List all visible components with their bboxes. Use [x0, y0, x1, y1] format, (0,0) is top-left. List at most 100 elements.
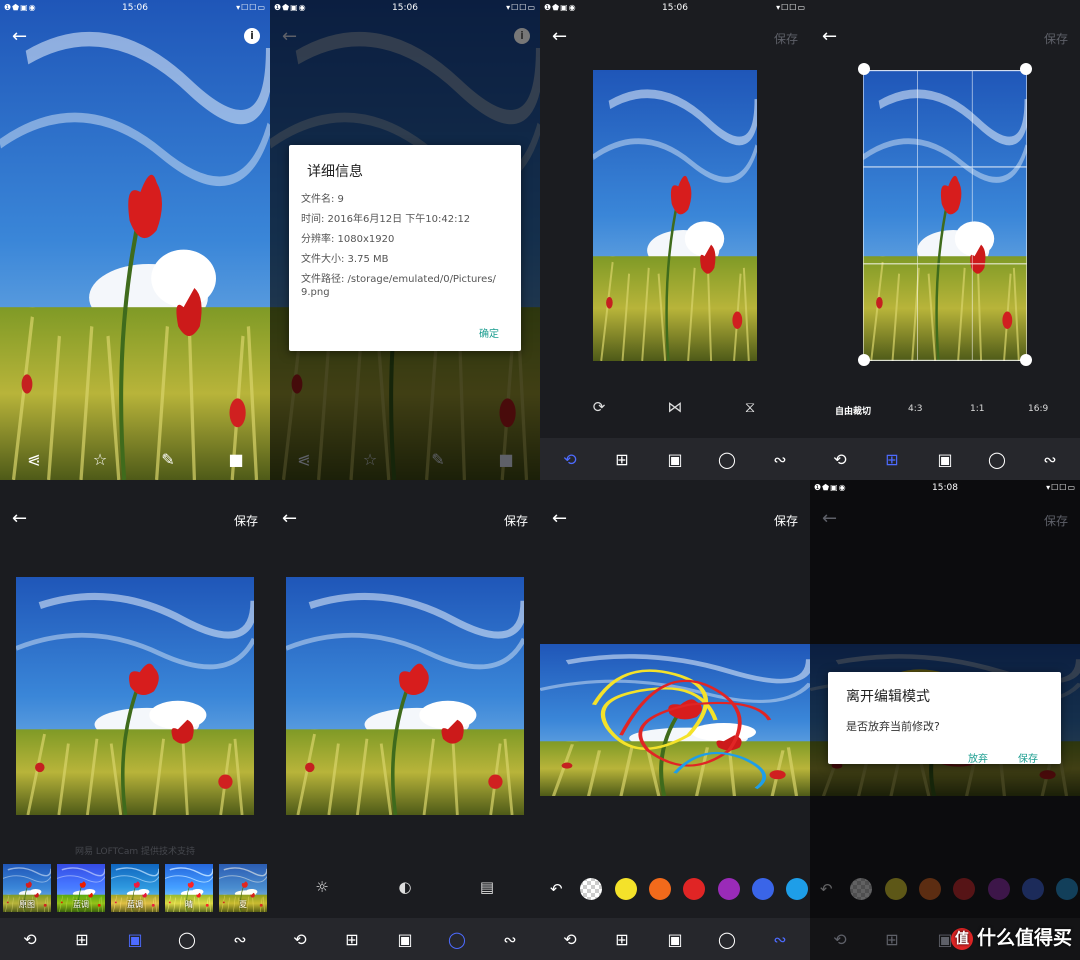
adjust-icon[interactable]: ◯ [717, 930, 737, 950]
crop-handle[interactable] [858, 63, 870, 75]
arrow-left-icon[interactable]: ← [12, 508, 34, 530]
watermark-logo: 值 [950, 927, 973, 950]
save-button: 保存 [773, 32, 798, 46]
rotate-icon[interactable]: ⟲ [290, 930, 310, 950]
arrow-left-icon[interactable]: ← [552, 508, 574, 530]
crop-handle[interactable] [1020, 354, 1032, 366]
rotate-icon[interactable]: ⟲ [560, 450, 580, 470]
discard-button[interactable]: 放弃 [968, 750, 988, 765]
photo-preview [286, 577, 524, 815]
color-swatch [919, 878, 941, 900]
save-button[interactable]: 保存 [774, 512, 798, 529]
arrow-left-icon[interactable]: ← [282, 508, 304, 530]
watermark: 值什么值得买 [950, 923, 1072, 950]
drawing-canvas[interactable] [540, 644, 810, 796]
filter-thumb[interactable]: 原图 [3, 864, 51, 912]
filter-thumb[interactable]: 蓝调 [57, 864, 105, 912]
arrow-left-icon[interactable]: ← [12, 26, 34, 48]
photo-crop-area[interactable] [863, 70, 1027, 361]
rotate-icon[interactable]: ⟲ [560, 930, 580, 950]
ratio-1-1[interactable]: 1:1 [970, 404, 984, 414]
rotate-icon[interactable]: ⟳ [587, 398, 611, 416]
top-bar: ← 保存 [810, 22, 1080, 54]
filter-icon[interactable]: ▣ [395, 930, 415, 950]
trash-icon: ■ [498, 450, 514, 469]
detail-time: 时间: 2016年6月12日 下午10:42:12 [301, 214, 471, 225]
arrow-left-icon[interactable]: ← [552, 26, 574, 48]
star-icon[interactable]: ☆ [90, 450, 110, 470]
rotate-screen: ❶⬟▣◉ 15:06 ▾☐☐▭ ← 保存 ⟳ ⋈ ⧖ ⟲ ⊞ ▣ ◯ ∾ [540, 0, 810, 480]
share-icon[interactable]: ⪗ [24, 450, 44, 470]
crop-handle[interactable] [858, 354, 870, 366]
system-icons: ▾☐☐▭ [776, 3, 806, 12]
details-screen: ❶⬟▣◉ 15:06 ▾☐☐▭ ← i 详细信息 文件名: 9 时间: 2016… [270, 0, 540, 480]
filter-icon[interactable]: ▣ [935, 450, 955, 470]
color-swatch[interactable] [786, 878, 808, 900]
adjust-icon[interactable]: ◯ [987, 450, 1007, 470]
adjust-icon[interactable]: ◯ [447, 930, 467, 950]
color-swatch[interactable] [683, 878, 705, 900]
viewer-screen: ❶⬟▣◉ 15:06 ▾☐☐▭ ← i ⪗ ☆ ✎ ■ [0, 0, 270, 480]
filter-thumb[interactable]: 晴 [165, 864, 213, 912]
top-bar: ← 保存 [270, 504, 540, 536]
crop-icon[interactable]: ⊞ [342, 930, 362, 950]
photo-preview [16, 577, 254, 815]
pencil-icon[interactable]: ✎ [158, 450, 178, 470]
crop-icon: ⊞ [885, 930, 899, 949]
draw-icon[interactable]: ∾ [230, 930, 250, 950]
arrow-left-icon: ← [822, 508, 838, 529]
draw-icon[interactable]: ∾ [500, 930, 520, 950]
draw-icon[interactable]: ∾ [770, 450, 790, 470]
info-icon[interactable]: i [244, 28, 260, 44]
flip-vertical-icon[interactable]: ⧖ [738, 398, 762, 416]
eraser-swatch[interactable] [580, 878, 602, 900]
trash-icon[interactable]: ■ [226, 450, 246, 470]
arrow-left-icon[interactable]: ← [822, 26, 844, 48]
watermark-text: 什么值得买 [976, 927, 1072, 949]
color-swatch[interactable] [649, 878, 671, 900]
credit-text: 网易 LOFTCam 提供技术支持 [74, 847, 196, 857]
adjust-icon[interactable]: ◯ [717, 450, 737, 470]
share-icon: ⪗ [297, 450, 311, 469]
adjust-icon[interactable]: ◯ [177, 930, 197, 950]
vignette-icon[interactable]: ▤ [475, 878, 499, 896]
crop-handle[interactable] [1020, 63, 1032, 75]
edit-toolbar: ⟲ ⊞ ▣ ◯ ∾ [270, 918, 540, 960]
ratio-16-9[interactable]: 16:9 [1028, 404, 1048, 414]
filter-label: 晴 [185, 900, 193, 909]
crop-icon[interactable]: ⊞ [72, 930, 92, 950]
filter-icon[interactable]: ▣ [125, 930, 145, 950]
color-swatch[interactable] [718, 878, 740, 900]
ratio-4-3[interactable]: 4:3 [908, 404, 922, 414]
crop-icon[interactable]: ⊞ [612, 450, 632, 470]
filter-strip: 原图 蓝调 蓝调 晴 夏 [0, 864, 270, 914]
filter-thumb[interactable]: 夏 [219, 864, 267, 912]
color-swatch[interactable] [752, 878, 774, 900]
confirm-button[interactable]: 确定 [479, 325, 499, 340]
filter-thumb[interactable]: 蓝调 [111, 864, 159, 912]
save-button[interactable]: 保存 [504, 512, 528, 529]
filter-icon[interactable]: ▣ [665, 450, 685, 470]
rotate-icon[interactable]: ⟲ [20, 930, 40, 950]
flip-horizontal-icon[interactable]: ⋈ [663, 398, 687, 416]
save-button: 保存 [1043, 514, 1068, 528]
contrast-icon[interactable]: ◐ [393, 878, 417, 896]
draw-icon[interactable]: ∾ [1040, 450, 1060, 470]
filter-icon[interactable]: ▣ [665, 930, 685, 950]
color-palette: ↶ [540, 878, 810, 902]
ratio-free[interactable]: 自由裁切 [835, 404, 871, 417]
info-icon: i [514, 28, 530, 44]
color-swatch[interactable] [615, 878, 637, 900]
draw-icon[interactable]: ∾ [770, 930, 790, 950]
detail-resolution: 分辨率: 1080x1920 [301, 234, 395, 245]
crop-icon[interactable]: ⊞ [612, 930, 632, 950]
undo-icon[interactable]: ↶ [550, 880, 563, 898]
arrow-left-icon: ← [282, 26, 298, 47]
brightness-icon[interactable]: ☼ [310, 878, 334, 896]
save-button[interactable]: 保存 [234, 512, 258, 529]
edit-toolbar: ⟲ ⊞ ▣ ◯ ∾ [810, 438, 1080, 480]
crop-icon[interactable]: ⊞ [882, 450, 902, 470]
dialog-save-button[interactable]: 保存 [1018, 750, 1038, 765]
detail-path-cont: 9.png [301, 287, 330, 298]
rotate-icon[interactable]: ⟲ [830, 450, 850, 470]
